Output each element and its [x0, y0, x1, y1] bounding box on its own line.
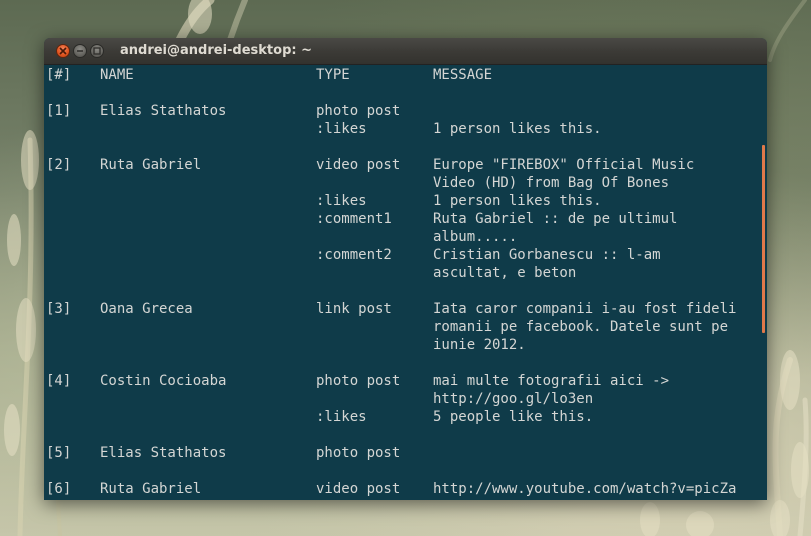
terminal-cell-c4: 5 people like this. — [433, 409, 594, 425]
terminal-cell-c2: Ruta Gabriel — [100, 157, 202, 173]
minimize-button[interactable] — [73, 44, 87, 58]
terminal-cell-c3: video post — [316, 481, 401, 497]
terminal-output[interactable]: [#] NAME TYPE MESSAGE [1] Elias Stathatos phot… — [44, 65, 767, 500]
terminal-cell-c4: http://www.youtube.com/watch?v=picZa — [433, 481, 737, 497]
terminal-cell-c4: http://goo.gl/lo3en — [433, 391, 594, 407]
terminal-cell-c3: link post — [316, 301, 392, 317]
terminal-cell-c4: MESSAGE — [433, 67, 493, 83]
terminal-cell-c3: video post — [316, 157, 401, 173]
terminal-cell-c4: Video (HD) from Bag Of Bones — [433, 175, 670, 191]
window-titlebar[interactable]: andrei@andrei-desktop: ~ — [44, 38, 767, 65]
terminal-cell-c3: photo post — [316, 373, 401, 389]
terminal-cell-c4: Europe "FIREBOX" Official Music — [433, 157, 695, 173]
terminal-cell-c4: Cristian Gorbanescu :: l-am — [433, 247, 661, 263]
terminal-cell-c2: Ruta Gabriel — [100, 481, 202, 497]
terminal-cell-c3: :likes — [316, 409, 367, 425]
terminal-cell-c4: 1 person likes this. — [433, 121, 602, 137]
terminal-cell-c1: [1] — [46, 103, 72, 119]
terminal-cell-c1: [#] — [46, 67, 72, 83]
terminal-cell-c4: Ruta Gabriel :: de pe ultimul — [433, 211, 678, 227]
scrollbar[interactable] — [762, 145, 765, 333]
terminal-cell-c4: 1 person likes this. — [433, 193, 602, 209]
terminal-cell-c2: Elias Stathatos — [100, 445, 227, 461]
terminal-cell-c2: Costin Cocioaba — [100, 373, 227, 389]
terminal-cell-c2: Elias Stathatos — [100, 103, 227, 119]
desktop-background: andrei@andrei-desktop: ~ [#] NAME TYPE MESS… — [0, 0, 811, 536]
close-button[interactable] — [56, 44, 70, 58]
terminal-cell-c4: Iata caror companii i-au fost fideli — [433, 301, 737, 317]
terminal-cell-c4: iunie 2012. — [433, 337, 526, 353]
maximize-button[interactable] — [90, 44, 104, 58]
terminal-cell-c4: romanii pe facebook. Datele sunt pe — [433, 319, 729, 335]
terminal-cell-c3: :comment2 — [316, 247, 392, 263]
terminal-cell-c2: NAME — [100, 67, 134, 83]
close-icon — [59, 47, 67, 55]
terminal-cell-c1: [3] — [46, 301, 72, 317]
terminal-cell-c1: [4] — [46, 373, 72, 389]
terminal-window: andrei@andrei-desktop: ~ [#] NAME TYPE MESS… — [44, 38, 767, 500]
terminal-cell-c1: [6] — [46, 481, 72, 497]
terminal-cell-c1: [2] — [46, 157, 72, 173]
terminal-cell-c4: mai multe fotografii aici -> — [433, 373, 670, 389]
terminal-cell-c1: [5] — [46, 445, 72, 461]
terminal-cell-c3: :likes — [316, 193, 367, 209]
terminal-cell-c4: ascultat, e beton — [433, 265, 577, 281]
terminal-cell-c3: photo post — [316, 103, 401, 119]
window-title: andrei@andrei-desktop: ~ — [120, 43, 313, 58]
terminal-cell-c3: TYPE — [316, 67, 350, 83]
terminal-cell-c3: :likes — [316, 121, 367, 137]
terminal-cell-c4: album..... — [433, 229, 518, 245]
terminal-cell-c2: Oana Grecea — [100, 301, 193, 317]
minimize-icon — [77, 50, 83, 52]
maximize-icon — [93, 47, 101, 55]
terminal-cell-c3: :comment1 — [316, 211, 392, 227]
terminal-cell-c3: photo post — [316, 445, 401, 461]
